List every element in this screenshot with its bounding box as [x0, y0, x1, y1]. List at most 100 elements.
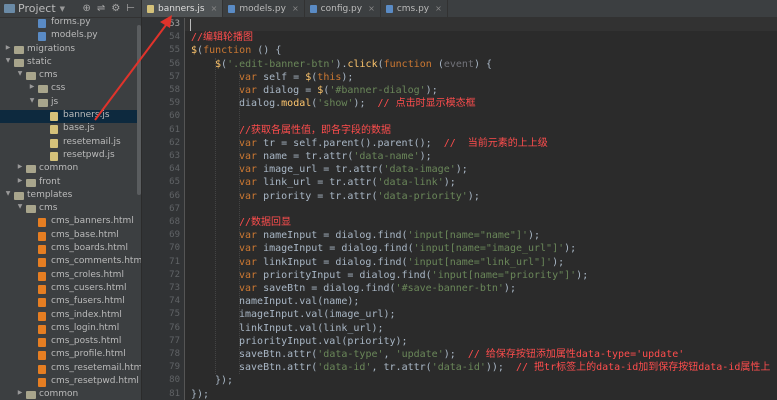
code-line[interactable]: var link_url = tr.attr('data-link'); — [239, 176, 456, 189]
tree-file[interactable]: cms_base.html — [0, 230, 141, 243]
tree-file[interactable]: resetemail.js — [0, 137, 141, 150]
tree-folder-migrations[interactable]: ▶ migrations — [0, 44, 141, 57]
code-line[interactable]: $('.edit-banner-btn').click(function (ev… — [215, 58, 492, 71]
collapsed-chevron-icon[interactable]: ▶ — [16, 177, 24, 184]
tree-file[interactable]: cms_profile.html — [0, 349, 141, 362]
line-number-gutter: 53 54 55 56 57 58 59 60 61 62 63 64 65 66 67 68 69 70 71 72… — [142, 18, 185, 400]
line-number: 53 — [169, 19, 180, 29]
code-line[interactable]: dialog.modal('show'); // 点击时显示模态框 — [239, 97, 476, 110]
tree-folder-js[interactable]: ▼ js — [0, 97, 141, 110]
tree-file[interactable]: cms_banners.html — [0, 216, 141, 229]
tree-folder-cms[interactable]: ▼ cms — [0, 203, 141, 216]
code-line[interactable]: var image_url = tr.attr('data-image'); — [239, 163, 468, 176]
tree-file[interactable]: resetpwd.js — [0, 150, 141, 163]
close-icon[interactable]: × — [368, 4, 375, 13]
tree-folder-common[interactable]: ▶ common — [0, 163, 141, 176]
expanded-chevron-icon[interactable]: ▼ — [28, 97, 36, 104]
project-scrollbar[interactable] — [137, 25, 141, 195]
code-token: function — [203, 45, 252, 57]
code-line[interactable]: var priorityInput = dialog.find('input[n… — [239, 269, 588, 282]
code-line[interactable]: priorityInput.val(priority); — [239, 335, 408, 348]
collapsed-chevron-icon[interactable]: ▶ — [16, 163, 24, 170]
code-line[interactable]: }); — [215, 374, 233, 387]
tree-file[interactable]: cms_cusers.html — [0, 283, 141, 296]
tree-file[interactable]: cms_fusers.html — [0, 296, 141, 309]
tree-file[interactable]: cms_boards.html — [0, 243, 141, 256]
code-line[interactable]: }); — [191, 388, 209, 400]
html-file-icon — [38, 351, 46, 361]
close-icon[interactable]: × — [211, 4, 218, 13]
code-token: ); — [467, 190, 480, 202]
tree-file[interactable]: banners.js — [0, 110, 141, 124]
tree-file[interactable]: cms_resetpwd.html — [0, 376, 141, 389]
code-line[interactable]: saveBtn.attr('data-type', 'update'); // … — [239, 348, 684, 361]
code-line[interactable]: var linkInput = dialog.find('input[name=… — [239, 256, 564, 269]
collapsed-chevron-icon[interactable]: ▶ — [4, 44, 12, 51]
locate-icon[interactable]: ⊕ — [83, 3, 91, 14]
code-editor[interactable]: 53 54 55 56 57 58 59 60 61 62 63 64 65 66 67 68 69 70 71 72… — [142, 18, 777, 400]
folder-icon — [26, 165, 36, 174]
code-line[interactable]: var dialog = $('#banner-dialog'); — [239, 84, 438, 97]
expanded-chevron-icon[interactable]: ▼ — [4, 190, 12, 197]
code-line[interactable]: var tr = self.parent().parent(); // 当前元素… — [239, 137, 548, 150]
html-file-icon — [38, 378, 46, 388]
tree-file[interactable]: cms_resetemail.html — [0, 363, 141, 376]
tree-file[interactable]: cms_comments.html — [0, 256, 141, 269]
code-line[interactable]: var self = $(this); — [239, 71, 353, 84]
code-line[interactable]: linkInput.val(link_url); — [239, 322, 384, 335]
tree-file[interactable]: cms_croles.html — [0, 270, 141, 283]
collapsed-chevron-icon[interactable]: ▶ — [28, 83, 36, 90]
gear-icon[interactable]: ⚙ — [111, 3, 120, 14]
code-line[interactable]: imageInput.val(image_url); — [239, 308, 396, 321]
tree-file[interactable]: base.js — [0, 123, 141, 136]
line-number: 81 — [169, 388, 180, 399]
tree-folder-templates[interactable]: ▼ templates — [0, 190, 141, 203]
code-line[interactable]: nameInput.val(name); — [239, 295, 359, 308]
html-file-icon — [38, 284, 46, 294]
tree-folder-static[interactable]: ▼ static — [0, 57, 141, 70]
tab-cms.py[interactable]: cms.py × — [381, 0, 448, 17]
collapsed-chevron-icon[interactable]: ▶ — [16, 389, 24, 396]
code-token: }); — [191, 388, 210, 400]
code-line[interactable]: $(function () { — [191, 44, 281, 57]
close-icon[interactable]: × — [435, 4, 442, 13]
code-line[interactable]: var saveBtn = dialog.find('#save-banner-… — [239, 282, 516, 295]
project-view-dropdown-icon[interactable]: ▼ — [60, 5, 65, 13]
tree-file[interactable]: cms_posts.html — [0, 336, 141, 349]
code-line[interactable]: var name = tr.attr('data-name'); — [239, 150, 432, 163]
code-line[interactable]: var nameInput = dialog.find('input[name=… — [239, 229, 540, 242]
expanded-chevron-icon[interactable]: ▼ — [4, 57, 12, 64]
tab-config.py[interactable]: config.py × — [305, 0, 381, 17]
code-line[interactable]: saveBtn.attr('data-id', tr.attr('data-id… — [239, 361, 770, 374]
code-token: click — [347, 58, 378, 70]
tab-banners.js[interactable]: banners.js × — [142, 0, 224, 17]
code-token: //编辑轮播图 — [191, 32, 254, 44]
collapse-icon[interactable]: ⇌ — [97, 3, 105, 14]
tree-file[interactable]: cms_index.html — [0, 310, 141, 323]
code-token: 'input[name="name"]' — [407, 230, 528, 242]
expanded-chevron-icon[interactable]: ▼ — [16, 70, 24, 77]
tree-folder-front[interactable]: ▶ front — [0, 177, 141, 190]
tree-folder-css[interactable]: ▶ css — [0, 83, 141, 96]
close-icon[interactable]: × — [292, 4, 299, 13]
folder-icon — [38, 85, 48, 94]
tab-models.py[interactable]: models.py × — [223, 0, 305, 17]
code-line[interactable]: //数据回显 — [239, 216, 291, 229]
tree-item-label: migrations — [27, 43, 76, 54]
tree-file[interactable]: forms.py — [0, 17, 141, 30]
tree-folder-cms[interactable]: ▼ cms — [0, 70, 141, 83]
code-line[interactable]: var priority = tr.attr('data-priority'); — [239, 190, 480, 203]
code-line[interactable]: var imageInput = dialog.find('input[name… — [239, 242, 576, 255]
code-token: modal — [281, 98, 312, 110]
tree-file[interactable]: cms_login.html — [0, 323, 141, 336]
tree-folder-common[interactable]: ▶ common — [0, 389, 141, 400]
code-token: ); — [419, 151, 432, 162]
hide-icon[interactable]: ⊢ — [126, 3, 135, 14]
tree-file[interactable]: models.py — [0, 30, 141, 43]
tree-item-label: cms_resetemail.html — [51, 362, 142, 373]
project-panel-title[interactable]: Project — [18, 2, 56, 15]
code-token: var — [239, 85, 258, 96]
code-line[interactable]: //获取各属性值，即各字段的数据 — [239, 124, 391, 137]
expanded-chevron-icon[interactable]: ▼ — [16, 203, 24, 210]
code-line[interactable]: //编辑轮播图 — [191, 31, 253, 44]
